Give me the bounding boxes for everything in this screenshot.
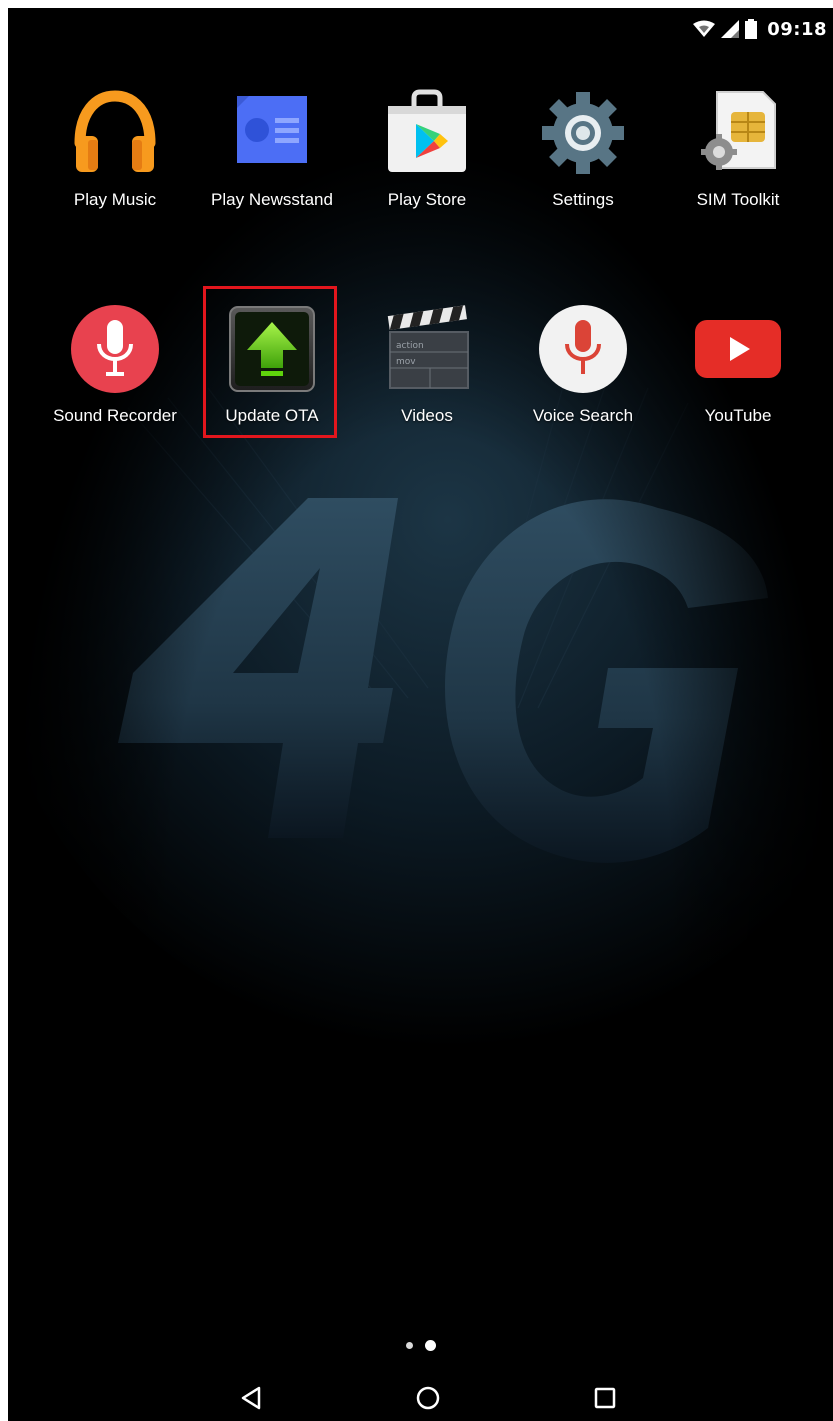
- app-label: Play Music: [73, 190, 157, 209]
- app-label: Voice Search: [532, 406, 634, 425]
- home-icon: [416, 1386, 440, 1410]
- play-newsstand-icon: [237, 96, 307, 163]
- back-icon: [241, 1386, 261, 1410]
- app-sound-recorder[interactable]: Sound Recorder: [37, 294, 193, 434]
- voice-search-mic-icon: [539, 305, 627, 393]
- app-label: Play Newsstand: [211, 190, 333, 209]
- clapper-text-1: action: [396, 341, 424, 351]
- home-button[interactable]: [398, 1378, 458, 1418]
- app-settings[interactable]: Settings: [505, 78, 661, 218]
- app-play-newsstand[interactable]: Play Newsstand: [194, 78, 350, 218]
- app-label: Play Store: [387, 190, 467, 209]
- back-button[interactable]: [221, 1378, 281, 1418]
- recents-button[interactable]: [575, 1378, 635, 1418]
- status-bar: 09:18: [8, 8, 833, 48]
- status-icons: 09:18: [693, 14, 827, 44]
- app-label: Update OTA: [225, 406, 319, 425]
- app-play-store[interactable]: Play Store: [349, 78, 505, 218]
- app-update-ota[interactable]: Update OTA: [194, 294, 350, 434]
- app-videos[interactable]: action mov Videos: [349, 294, 505, 434]
- play-music-icon: [74, 90, 156, 172]
- app-label: SIM Toolkit: [696, 190, 780, 209]
- clapper-text-2: mov: [396, 357, 416, 367]
- app-play-music[interactable]: Play Music: [37, 78, 193, 218]
- update-ota-arrow-icon: [229, 306, 315, 392]
- home-screen: 09:18 Play Music Play Newsstand Play Sto…: [8, 8, 833, 1421]
- settings-gear-icon: [542, 92, 624, 174]
- app-voice-search[interactable]: Voice Search: [505, 294, 661, 434]
- app-youtube[interactable]: YouTube: [660, 294, 816, 434]
- wifi-icon: [693, 20, 716, 37]
- app-label: Settings: [552, 190, 614, 209]
- app-label: YouTube: [704, 406, 772, 425]
- page-indicator: [8, 1340, 833, 1351]
- sound-recorder-mic-icon: [71, 305, 159, 393]
- sim-toolkit-icon: [701, 91, 776, 170]
- app-sim-toolkit[interactable]: SIM Toolkit: [660, 78, 816, 218]
- status-time: 09:18: [767, 18, 827, 40]
- app-row-1: Play Music Play Newsstand Play Store Set…: [8, 78, 833, 228]
- recents-icon: [594, 1387, 616, 1409]
- battery-icon: [745, 19, 758, 39]
- youtube-icon: [695, 320, 781, 378]
- navigation-bar: [8, 1378, 833, 1421]
- page-dot-1[interactable]: [405, 1342, 413, 1349]
- app-label: Videos: [401, 406, 453, 425]
- cell-signal-icon: [721, 20, 740, 38]
- play-store-icon: [388, 89, 466, 172]
- app-row-2: Sound Recorder Update OTA action mov Vid…: [8, 294, 833, 444]
- videos-clapperboard-icon: action mov: [387, 305, 469, 389]
- page-dot-2-active[interactable]: [424, 1340, 436, 1351]
- app-label: Sound Recorder: [53, 406, 177, 425]
